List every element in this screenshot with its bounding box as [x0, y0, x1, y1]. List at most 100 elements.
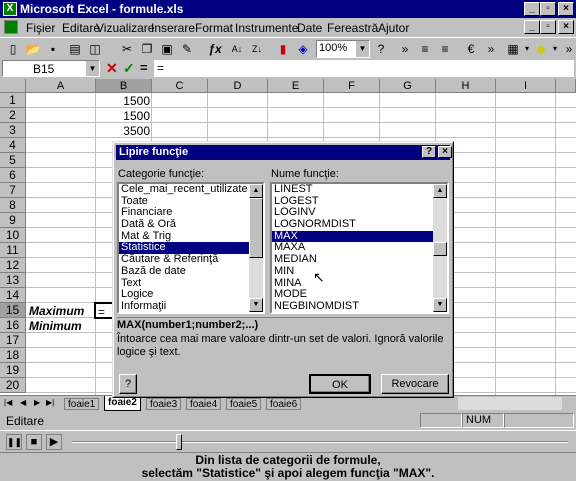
- sort-ascending-icon[interactable]: A↓: [228, 40, 246, 58]
- row-header[interactable]: 9: [0, 213, 26, 228]
- column-header-h[interactable]: H: [436, 79, 496, 93]
- more2-icon[interactable]: »: [482, 40, 500, 58]
- chart-wizard-icon[interactable]: ▮: [274, 40, 292, 58]
- cell-a15[interactable]: Maximum: [29, 303, 84, 319]
- currency-icon[interactable]: €: [462, 40, 480, 58]
- function-list[interactable]: LINEST LOGEST LOGINV LOGNORMDIST MAX MAXA MEDI…: [270, 182, 449, 314]
- row-header[interactable]: 11: [0, 243, 26, 258]
- more-icon[interactable]: »: [396, 40, 414, 58]
- row-header[interactable]: 7: [0, 183, 26, 198]
- category-item[interactable]: Bază de date: [119, 265, 263, 278]
- cell-b3[interactable]: 3500: [96, 123, 150, 139]
- drawing-icon[interactable]: ◈: [294, 40, 312, 58]
- play-icon[interactable]: ▶: [46, 434, 62, 450]
- column-header-a[interactable]: A: [26, 79, 96, 93]
- function-item[interactable]: LOGNORMDIST: [272, 218, 447, 231]
- menu-insert[interactable]: Inserare: [151, 21, 195, 35]
- help-icon[interactable]: ?: [372, 40, 390, 58]
- more3-icon[interactable]: »: [560, 40, 576, 58]
- dialog-help-icon[interactable]: ?: [422, 146, 436, 158]
- column-header-g[interactable]: G: [380, 79, 436, 93]
- name-box-dropdown-icon[interactable]: ▼: [86, 61, 99, 76]
- column-header-d[interactable]: D: [208, 79, 268, 93]
- menu-data[interactable]: Date: [297, 21, 322, 35]
- open-icon[interactable]: 📂: [24, 40, 42, 58]
- row-header[interactable]: 8: [0, 198, 26, 213]
- zoom-select[interactable]: 100% ▼: [316, 40, 370, 58]
- pause-icon[interactable]: ❚❚: [6, 434, 22, 450]
- last-sheet-icon[interactable]: ▶|: [46, 398, 54, 407]
- sheet-tab-foaie1[interactable]: foaie1: [64, 398, 100, 410]
- name-box[interactable]: B15 ▼: [2, 60, 100, 77]
- sheet-tab-foaie4[interactable]: foaie4: [186, 398, 222, 410]
- column-header-i[interactable]: I: [496, 79, 556, 93]
- format-painter-icon[interactable]: ✎: [178, 40, 196, 58]
- row-header[interactable]: 4: [0, 138, 26, 153]
- function-item[interactable]: MEDIAN: [272, 253, 447, 266]
- function-item[interactable]: NEGBINOMDIST: [272, 300, 447, 312]
- row-header[interactable]: 12: [0, 258, 26, 273]
- row-header[interactable]: 1: [0, 93, 26, 108]
- row-header[interactable]: 13: [0, 273, 26, 288]
- prev-sheet-icon[interactable]: ◀: [20, 398, 26, 407]
- next-sheet-icon[interactable]: ▶: [34, 398, 40, 407]
- menu-tools[interactable]: Instrumente: [235, 21, 298, 35]
- print-icon[interactable]: ▤: [66, 40, 84, 58]
- close-icon[interactable]: ×: [558, 2, 574, 16]
- stop-icon[interactable]: ■: [26, 434, 42, 450]
- cut-icon[interactable]: ✂: [118, 40, 136, 58]
- menu-help[interactable]: Ajutor: [378, 21, 409, 35]
- category-scrollbar[interactable]: ▲ ▼: [249, 184, 263, 312]
- chevron-down-icon[interactable]: ▼: [356, 41, 369, 57]
- function-item[interactable]: LINEST: [272, 184, 447, 196]
- row-header[interactable]: 16: [0, 318, 26, 333]
- horizontal-scrollbar[interactable]: [458, 397, 562, 410]
- row-header[interactable]: 14: [0, 288, 26, 303]
- formula-input[interactable]: =: [154, 60, 574, 77]
- cell-b2[interactable]: 1500: [96, 108, 150, 124]
- ok-button[interactable]: OK: [309, 374, 371, 394]
- function-item[interactable]: MIN: [272, 265, 447, 278]
- row-header[interactable]: 10: [0, 228, 26, 243]
- edit-formula-icon[interactable]: =: [140, 60, 148, 75]
- dialog-close-icon[interactable]: ×: [438, 146, 452, 158]
- scroll-down-icon[interactable]: ▼: [433, 298, 447, 312]
- scroll-thumb[interactable]: [433, 242, 447, 256]
- seek-track[interactable]: [72, 441, 568, 443]
- sort-descending-icon[interactable]: Z↓: [248, 40, 266, 58]
- new-icon[interactable]: ▯: [4, 40, 22, 58]
- menu-window[interactable]: Fereastră: [327, 21, 378, 35]
- scroll-down-icon[interactable]: ▼: [249, 298, 263, 312]
- function-icon[interactable]: ƒx: [206, 40, 224, 58]
- sheet-tab-foaie5[interactable]: foaie5: [226, 398, 262, 410]
- column-header-b[interactable]: B: [96, 79, 152, 93]
- save-icon[interactable]: ▪: [44, 40, 62, 58]
- category-list[interactable]: Cele_mai_recent_utilizate Toate Financiare…: [117, 182, 265, 314]
- row-header[interactable]: 18: [0, 348, 26, 363]
- row-header[interactable]: 5: [0, 153, 26, 168]
- row-header[interactable]: 3: [0, 123, 26, 138]
- sheet-tab-foaie6[interactable]: foaie6: [266, 398, 302, 410]
- cell-a16[interactable]: Minimum: [29, 318, 82, 334]
- row-header[interactable]: 6: [0, 168, 26, 183]
- office-assistant-icon[interactable]: ?: [119, 374, 137, 394]
- align-left-icon[interactable]: ≡: [416, 40, 434, 58]
- maximize-icon[interactable]: ▫: [540, 2, 556, 16]
- menu-file[interactable]: Fişier: [26, 21, 55, 35]
- row-header[interactable]: 19: [0, 363, 26, 378]
- scroll-thumb[interactable]: [249, 198, 263, 258]
- doc-minimize-icon[interactable]: _: [524, 20, 540, 34]
- cancel-button[interactable]: Revocare: [381, 374, 449, 394]
- column-header-c[interactable]: C: [152, 79, 208, 93]
- cell-b1[interactable]: 1500: [96, 93, 150, 109]
- category-item[interactable]: Informaţii: [119, 300, 263, 312]
- menu-edit[interactable]: Editare: [62, 21, 100, 35]
- row-header[interactable]: 17: [0, 333, 26, 348]
- copy-icon[interactable]: ❐: [138, 40, 156, 58]
- row-header[interactable]: 20: [0, 378, 26, 393]
- menu-format[interactable]: Format: [195, 21, 233, 35]
- column-header-f[interactable]: F: [324, 79, 380, 93]
- sheet-tab-foaie2[interactable]: foaie2: [104, 396, 141, 411]
- minimize-icon[interactable]: _: [524, 2, 540, 16]
- function-scrollbar[interactable]: ▲ ▼: [433, 184, 447, 312]
